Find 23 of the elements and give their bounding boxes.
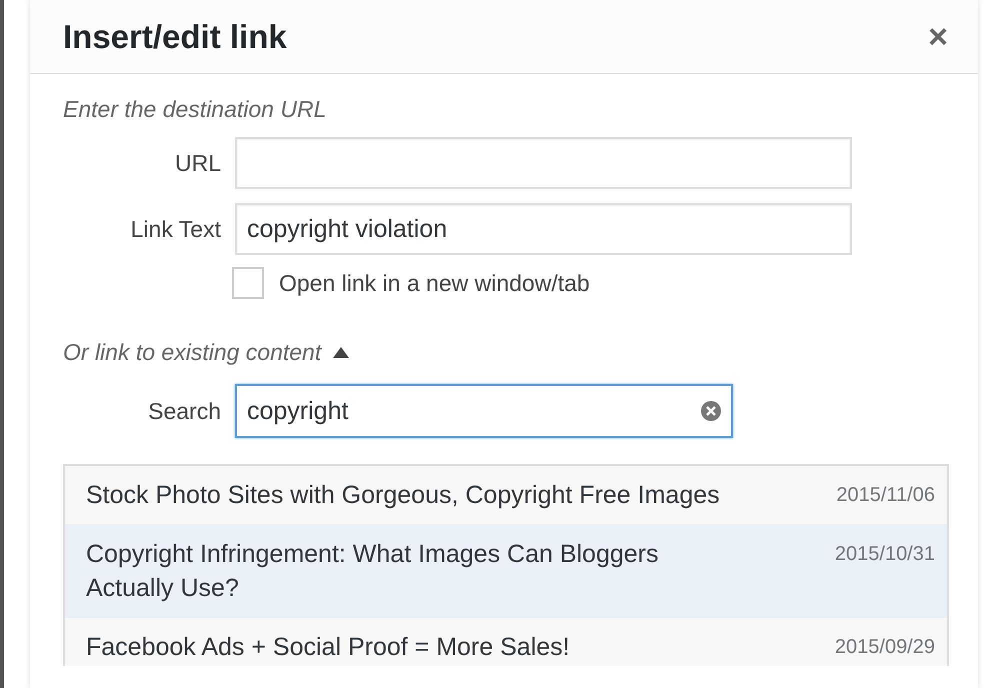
search-field[interactable]: copyright — [235, 384, 733, 438]
text-field[interactable]: copyright violation — [235, 203, 852, 255]
triangle-icon[interactable] — [333, 347, 350, 358]
result-date: 2015/11/06 — [836, 483, 935, 508]
section-toggle[interactable]: Or link to existing content — [63, 339, 322, 366]
search-result[interactable]: Copyright Infringement: What Images Can Bloggers Actually Use? 2015/10/31 — [65, 525, 947, 618]
result-date: 2015/10/31 — [834, 542, 935, 567]
dialog-title: Insert/edit link — [63, 18, 288, 56]
close-button[interactable]: × — [920, 18, 956, 54]
section-hint: Enter the destination URL — [63, 96, 328, 123]
clear-icon[interactable] — [701, 401, 721, 421]
result-title: Stock Photo Sites with Gorgeous, Copyright Free Images — [86, 480, 721, 511]
text-field[interactable] — [235, 137, 852, 189]
search-result[interactable]: Stock Photo Sites with Gorgeous, Copyright Free Images 2015/11/06 — [65, 466, 947, 525]
result-title: Facebook Ads + Social Proof = More Sales! — [86, 632, 571, 663]
result-title: Copyright Infringement: What Images Can Bloggers Actually Use? — [86, 539, 660, 604]
field-label: Link Text — [130, 216, 221, 242]
result-date: 2015/09/29 — [834, 635, 935, 660]
search-result[interactable]: Facebook Ads + Social Proof = More Sales! 2015/09/29 — [65, 618, 947, 666]
checkbox[interactable] — [232, 267, 264, 299]
field-label: URL — [174, 150, 221, 176]
field-label: Search — [147, 398, 221, 424]
checkbox-label: Open link in a new window/tab — [279, 270, 590, 296]
